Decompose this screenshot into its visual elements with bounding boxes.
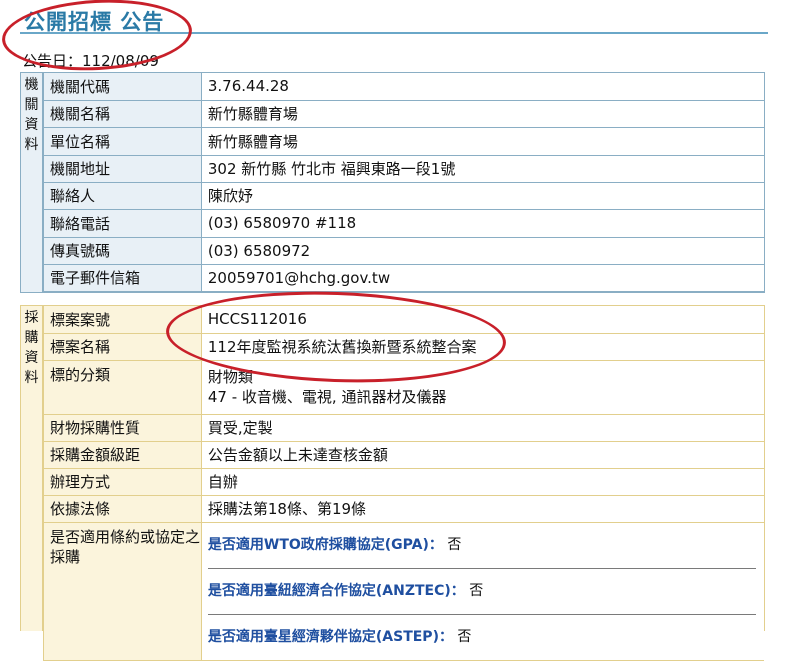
agreement-question: 是否適用WTO政府採購協定(GPA)： (207, 536, 443, 553)
field-label: 標的分類 (43, 360, 202, 415)
field-label: 機關地址 (43, 155, 202, 183)
table-row: 辦理方式 自辦 (43, 468, 764, 496)
agreement-answer: 否 (447, 536, 462, 553)
agreements-value: 是否適用WTO政府採購協定(GPA)： 否 是否適用臺紐經濟合作協定(ANZTE… (200, 522, 764, 661)
table-row: 財物採購性質 買受,定製 (43, 414, 764, 442)
agreement-astep: 是否適用臺星經濟夥伴協定(ASTEP)： 否 (208, 615, 756, 660)
field-label: 標案案號 (43, 306, 202, 334)
agreement-question: 是否適用臺紐經濟合作協定(ANZTEC)： (207, 582, 465, 599)
title-divider (20, 32, 768, 34)
agency-info-section: 機關資料 機關代碼 3.76.44.28 機關名稱 新竹縣體育場 單位名稱 新竹… (20, 72, 765, 293)
table-row: 電子郵件信箱 20059701@hchg.gov.tw (43, 264, 764, 292)
agency-side-label: 機關資料 (21, 73, 43, 292)
field-value: 302 新竹縣 竹北市 福興東路一段1號 (200, 155, 764, 183)
case-name-value: 112年度監視系統汰舊換新暨系統整合案 (200, 333, 764, 361)
field-label: 辦理方式 (43, 468, 202, 496)
table-row: 標案案號 HCCS112016 (43, 306, 764, 334)
category-value: 財物類 47 - 收音機、電視, 通訊器材及儀器 (200, 360, 764, 415)
table-row: 聯絡電話 (03) 6580970 #118 (43, 209, 764, 238)
field-label: 標案名稱 (43, 333, 202, 361)
table-row: 傳真號碼 (03) 6580972 (43, 237, 764, 265)
field-label: 電子郵件信箱 (43, 264, 202, 292)
table-row: 機關地址 302 新竹縣 竹北市 福興東路一段1號 (43, 155, 764, 183)
procurement-side-label: 採購資料 (21, 306, 43, 631)
field-label: 採購金額級距 (43, 441, 202, 469)
field-value: 公告金額以上未達查核金額 (200, 441, 764, 469)
field-label: 聯絡電話 (43, 209, 202, 238)
table-row: 標的分類 財物類 47 - 收音機、電視, 通訊器材及儀器 (43, 360, 764, 415)
field-value: 陳欣妤 (200, 182, 764, 210)
field-value: 新竹縣體育場 (200, 127, 764, 156)
table-row: 是否適用條約或協定之採購 是否適用WTO政府採購協定(GPA)： 否 是否適用臺… (43, 522, 764, 661)
field-label: 財物採購性質 (43, 414, 202, 442)
publication-date: 公告日：112/08/09 (22, 52, 159, 70)
field-label: 機關名稱 (43, 100, 202, 128)
agency-table: 機關代碼 3.76.44.28 機關名稱 新竹縣體育場 單位名稱 新竹縣體育場 … (43, 73, 764, 292)
field-value: 自辦 (200, 468, 764, 496)
table-row: 聯絡人 陳欣妤 (43, 182, 764, 210)
field-label: 傳真號碼 (43, 237, 202, 265)
table-row: 採購金額級距 公告金額以上未達查核金額 (43, 441, 764, 469)
field-value: (03) 6580970 #118 (200, 209, 764, 238)
email-value: 20059701@hchg.gov.tw (200, 264, 764, 292)
category-type: 財物類 (207, 368, 253, 386)
agreement-answer: 否 (469, 582, 484, 599)
procurement-info-section: 採購資料 標案案號 HCCS112016 標案名稱 112年度監視系統汰舊換新暨… (20, 305, 765, 661)
agreement-gpa: 是否適用WTO政府採購協定(GPA)： 否 (207, 523, 756, 569)
table-row: 機關代碼 3.76.44.28 (43, 73, 764, 101)
field-label: 聯絡人 (43, 182, 202, 210)
field-value: 採購法第18條、第19條 (200, 495, 764, 523)
field-value: (03) 6580972 (200, 237, 764, 265)
agreement-anztec: 是否適用臺紐經濟合作協定(ANZTEC)： 否 (207, 569, 756, 615)
case-number-value: HCCS112016 (200, 306, 764, 334)
field-value: 新竹縣體育場 (200, 100, 764, 128)
procurement-table: 標案案號 HCCS112016 標案名稱 112年度監視系統汰舊換新暨系統整合案… (43, 306, 764, 661)
table-row: 單位名稱 新竹縣體育場 (43, 127, 764, 156)
field-label: 單位名稱 (43, 127, 202, 156)
category-code: 47 - 收音機、電視, 通訊器材及儀器 (207, 388, 447, 406)
field-value: 買受,定製 (200, 414, 764, 442)
field-label: 機關代碼 (43, 73, 202, 101)
field-label: 是否適用條約或協定之採購 (43, 522, 202, 661)
table-row: 標案名稱 112年度監視系統汰舊換新暨系統整合案 (43, 333, 764, 361)
field-label: 依據法條 (43, 495, 202, 523)
field-value: 3.76.44.28 (200, 73, 764, 101)
table-row: 機關名稱 新竹縣體育場 (43, 100, 764, 128)
table-row: 依據法條 採購法第18條、第19條 (43, 495, 764, 523)
